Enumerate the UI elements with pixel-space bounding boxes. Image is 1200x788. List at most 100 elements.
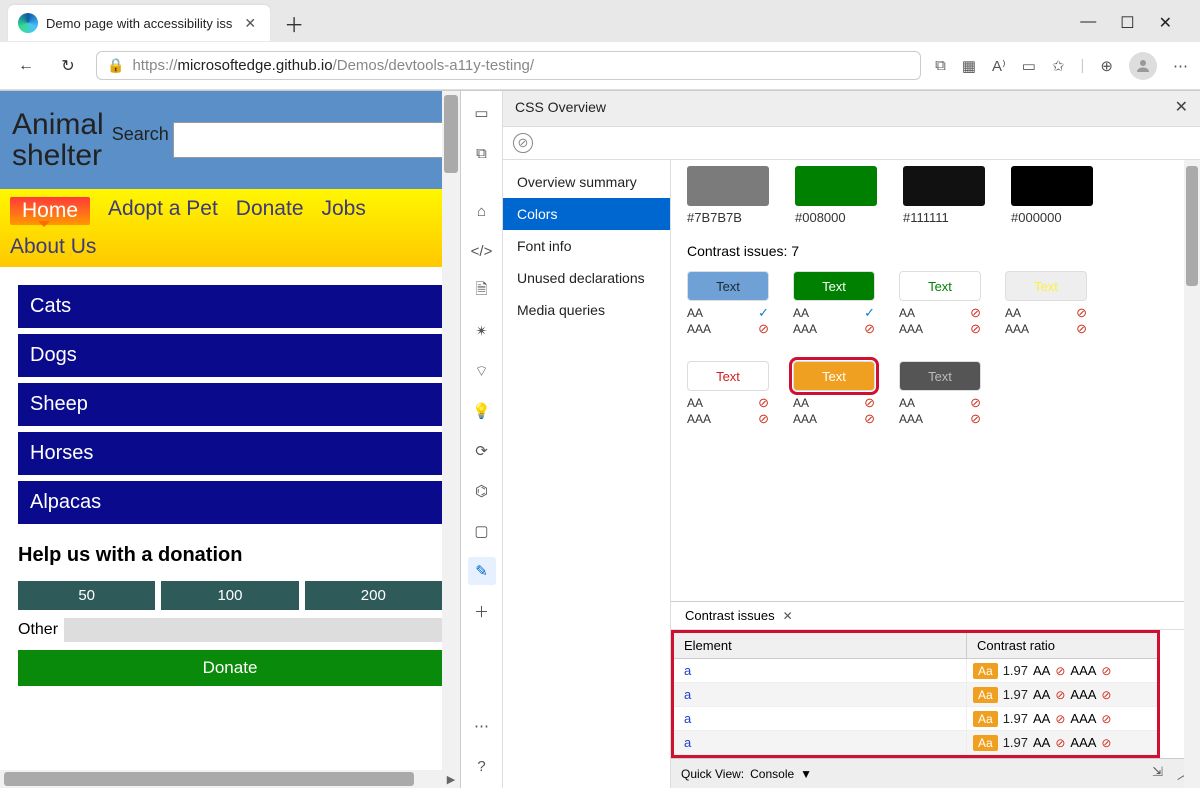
sidebar-item-summary[interactable]: Overview summary	[503, 166, 670, 198]
tab-bar: Demo page with accessibility iss ✕ ＋ — ☐…	[0, 0, 1200, 42]
favorite-icon[interactable]: ✩	[1052, 57, 1065, 75]
issues-row[interactable]: a Aa 1.97 AA⊘ AAA⊘	[674, 659, 1157, 683]
performance-icon[interactable]: ⟳	[468, 437, 496, 465]
donation-amount-button[interactable]: 50	[18, 581, 155, 610]
edge-icon	[18, 13, 38, 33]
maximize-button[interactable]: ☐	[1120, 13, 1134, 33]
donation-section: Help us with a donation 50 100 200 Other…	[0, 524, 460, 706]
lighthouse-icon[interactable]: 💡	[468, 397, 496, 425]
elements-icon[interactable]: ⌂	[468, 197, 496, 225]
col-element[interactable]: Element	[674, 633, 967, 658]
css-overview-icon[interactable]: ✎	[468, 557, 496, 585]
contrast-issues-panel: Contrast issues ✕ Element Contrast ratio…	[671, 601, 1200, 758]
animal-item[interactable]: Horses	[18, 432, 442, 475]
help-icon[interactable]: ?	[468, 752, 496, 780]
new-tab-button[interactable]: ＋	[276, 5, 312, 42]
window-controls: — ☐ ✕	[1080, 13, 1192, 33]
contrast-item[interactable]: TextAA⊘AAA⊘	[1005, 271, 1087, 337]
color-swatch[interactable]	[687, 166, 769, 206]
application-icon[interactable]: ▢	[468, 517, 496, 545]
network-icon[interactable]: ⌔	[468, 357, 496, 385]
contrast-item[interactable]: TextAA✓AAA⊘	[687, 271, 769, 337]
nav-home[interactable]: Home	[10, 197, 90, 225]
contrast-item[interactable]: TextAA⊘AAA⊘	[899, 361, 981, 427]
color-swatch[interactable]	[903, 166, 985, 206]
url-box[interactable]: 🔒 https://microsoftedge.github.io/Demos/…	[96, 51, 921, 80]
contrast-swatch[interactable]: Text	[899, 271, 981, 301]
animal-item[interactable]: Alpacas	[18, 481, 442, 524]
sidebar-item-unused[interactable]: Unused declarations	[503, 262, 670, 294]
issues-tab-label[interactable]: Contrast issues	[685, 608, 775, 623]
browser-tab[interactable]: Demo page with accessibility iss ✕	[8, 5, 270, 41]
debugger-icon[interactable]: ✴	[468, 317, 496, 345]
nav-about[interactable]: About Us	[10, 235, 450, 259]
page-viewport: Animal shelter Search Home Adopt a Pet D…	[0, 91, 460, 788]
content-scrollbar[interactable]	[1184, 160, 1200, 788]
more-tools-icon[interactable]: ＋	[468, 597, 496, 625]
sidebar-item-colors[interactable]: Colors	[503, 198, 670, 230]
settings-icon[interactable]: ⋯	[468, 712, 496, 740]
lock-icon: 🔒	[107, 57, 124, 74]
quick-view-value[interactable]: Console	[750, 767, 794, 781]
animal-item[interactable]: Dogs	[18, 334, 442, 377]
contrast-swatch[interactable]: Text	[793, 271, 875, 301]
tab-close-icon[interactable]: ✕	[240, 13, 260, 34]
inspect-icon[interactable]: ▭	[468, 99, 496, 127]
site-header: Animal shelter Search	[0, 91, 460, 189]
contrast-item[interactable]: TextAA✓AAA⊘	[793, 271, 875, 337]
sidebar-item-fonts[interactable]: Font info	[503, 230, 670, 262]
close-window-button[interactable]: ✕	[1159, 13, 1172, 33]
screencast-icon[interactable]: ⧉	[935, 57, 946, 74]
animal-list: Cats Dogs Sheep Horses Alpacas	[0, 267, 460, 524]
device-icon[interactable]: ⧉	[468, 139, 496, 167]
memory-icon[interactable]: ⌬	[468, 477, 496, 505]
contrast-item[interactable]: TextAA⊘AAA⊘	[793, 361, 875, 427]
clear-overview-icon[interactable]: ⊘	[513, 133, 533, 153]
nav-donate[interactable]: Donate	[236, 197, 304, 225]
donate-button[interactable]: Donate	[18, 650, 442, 686]
issues-table: Element Contrast ratio a Aa 1.97 AA⊘ AAA…	[671, 630, 1160, 758]
contrast-item[interactable]: TextAA⊘AAA⊘	[687, 361, 769, 427]
issues-row[interactable]: a Aa 1.97 AA⊘ AAA⊘	[674, 683, 1157, 707]
collections-icon[interactable]: ⊕	[1100, 57, 1113, 75]
back-button[interactable]: ←	[12, 52, 40, 80]
nav-adopt[interactable]: Adopt a Pet	[108, 197, 218, 225]
qr-icon[interactable]: ▦	[962, 57, 976, 75]
issues-row[interactable]: a Aa 1.97 AA⊘ AAA⊘	[674, 707, 1157, 731]
donation-amount-button[interactable]: 100	[161, 581, 298, 610]
chevron-down-icon[interactable]: ▼	[800, 767, 812, 781]
animal-item[interactable]: Cats	[18, 285, 442, 328]
refresh-button[interactable]: ↻	[54, 52, 82, 80]
search-input[interactable]	[173, 122, 448, 158]
contrast-item[interactable]: TextAA⊘AAA⊘	[899, 271, 981, 337]
minimize-button[interactable]: —	[1080, 13, 1096, 33]
sidebar-item-media[interactable]: Media queries	[503, 294, 670, 326]
color-swatch[interactable]	[795, 166, 877, 206]
horizontal-scrollbar[interactable]: ▶	[0, 770, 460, 788]
issues-row[interactable]: a Aa 1.97 AA⊘ AAA⊘	[674, 731, 1157, 755]
contrast-swatch[interactable]: Text	[687, 271, 769, 301]
color-hex: #008000	[795, 210, 877, 225]
color-swatch[interactable]	[1011, 166, 1093, 206]
contrast-swatch[interactable]: Text	[899, 361, 981, 391]
more-icon[interactable]: ⋯	[1173, 57, 1188, 75]
sources-icon[interactable]: 🗎	[468, 277, 496, 305]
contrast-swatch[interactable]: Text	[687, 361, 769, 391]
donation-amount-button[interactable]: 200	[305, 581, 442, 610]
profile-avatar[interactable]	[1129, 52, 1157, 80]
contrast-swatch[interactable]: Text	[1005, 271, 1087, 301]
col-ratio[interactable]: Contrast ratio	[967, 633, 1157, 658]
reader-icon[interactable]: ▭	[1022, 57, 1036, 75]
animal-item[interactable]: Sheep	[18, 383, 442, 426]
dock-icon[interactable]: ⇲	[1152, 764, 1163, 783]
css-overview-content: #7B7B7B#008000#111111#000000 Contrast is…	[671, 160, 1200, 601]
console-icon[interactable]: </>	[468, 237, 496, 265]
vertical-scrollbar[interactable]	[442, 91, 460, 788]
contrast-swatch[interactable]: Text	[793, 361, 875, 391]
other-amount-input[interactable]	[64, 618, 442, 642]
issues-tab-close-icon[interactable]: ✕	[783, 609, 793, 623]
nav-jobs[interactable]: Jobs	[322, 197, 366, 225]
read-aloud-icon[interactable]: A⁾	[992, 57, 1006, 75]
panel-close-icon[interactable]: ✕	[1175, 97, 1188, 117]
devtools-header: CSS Overview ✕	[503, 91, 1200, 127]
